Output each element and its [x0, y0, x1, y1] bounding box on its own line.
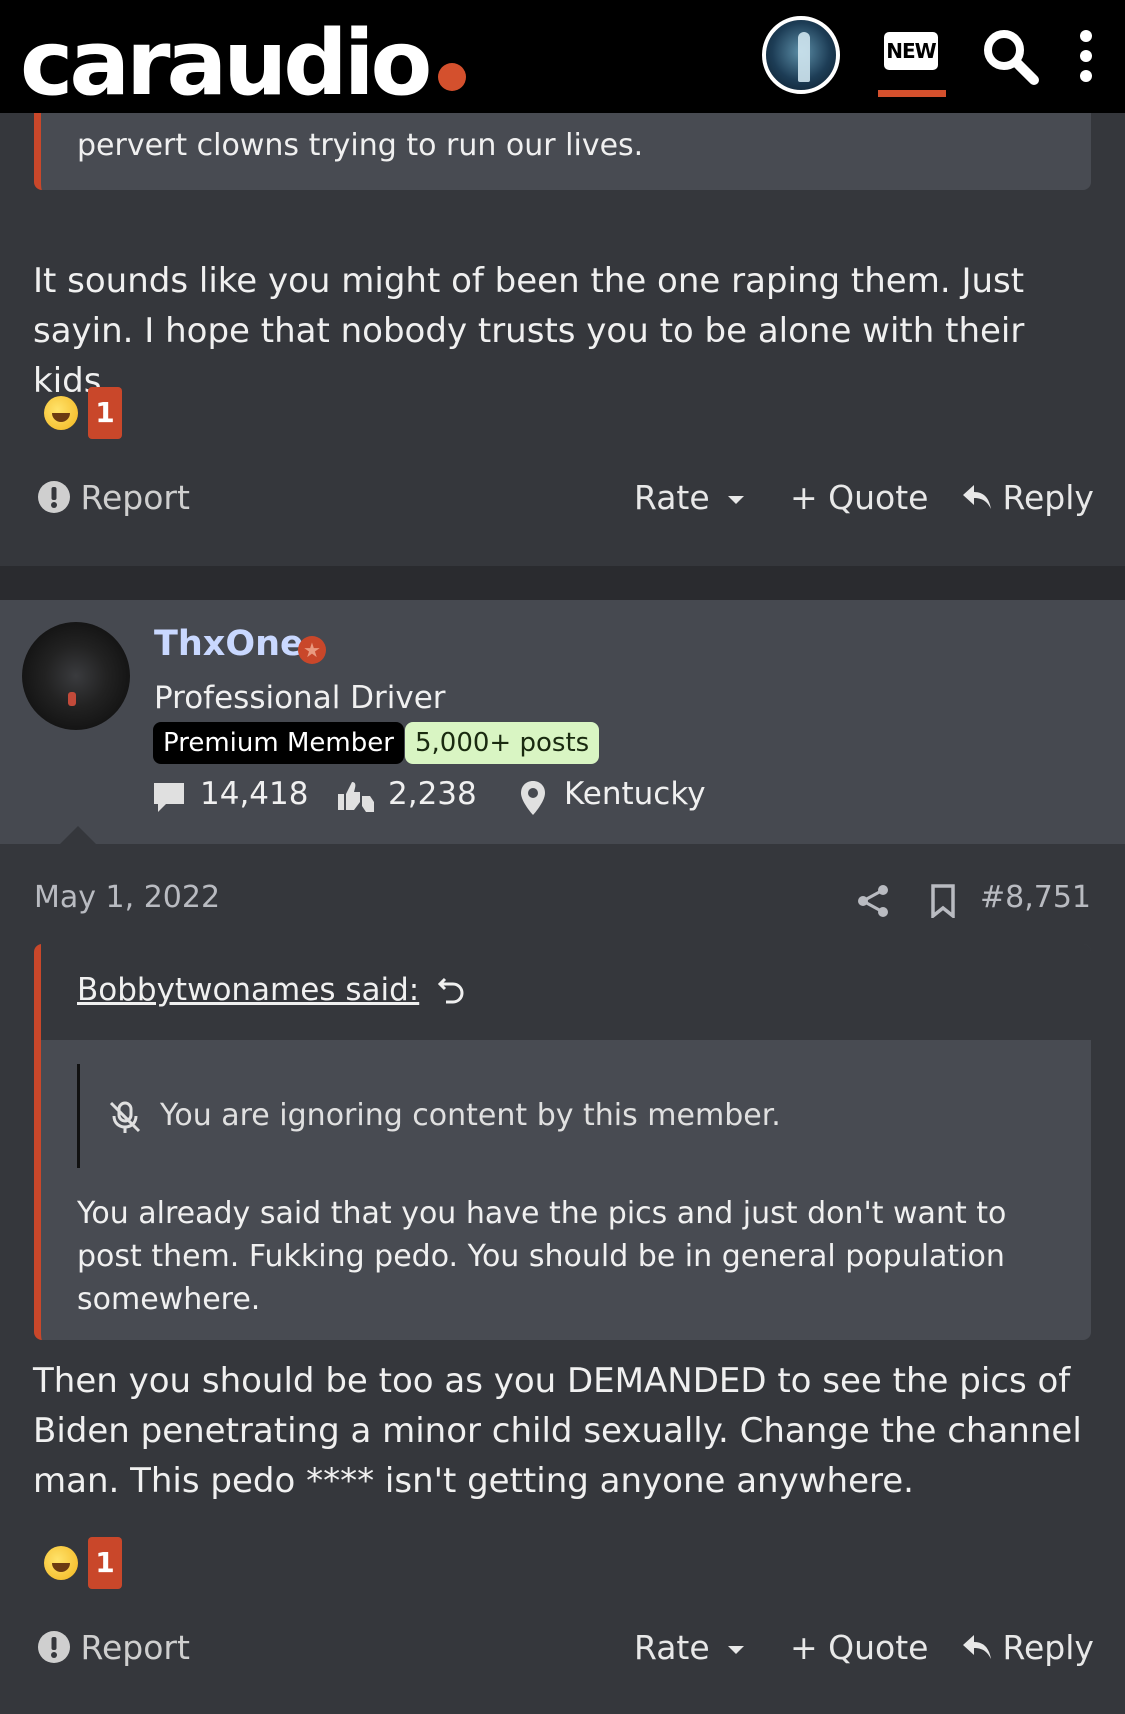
location-pin-icon — [521, 781, 545, 815]
post-body: It sounds like you might of been the one… — [33, 261, 1025, 401]
message-count: 14,418 — [200, 776, 309, 812]
quote-text: You already said that you have the pics … — [77, 1196, 1007, 1317]
author-title: Professional Driver — [154, 680, 446, 716]
rate-label: Rate — [634, 478, 710, 517]
top-navbar: caraudio NEW — [0, 0, 1125, 116]
warning-icon — [38, 481, 70, 513]
author-avatar[interactable] — [22, 622, 130, 730]
reply-button[interactable]: Reply — [962, 478, 1094, 517]
reaction-count[interactable]: 1 — [88, 387, 122, 439]
post-body: Then you should be too as you DEMANDED t… — [33, 1361, 1082, 1501]
premium-badge: Premium Member — [153, 722, 404, 764]
posts-badge: 5,000+ posts — [405, 722, 600, 764]
report-label: Report — [80, 1628, 190, 1667]
more-menu-icon[interactable] — [1074, 30, 1098, 82]
laughing-emoji-icon[interactable] — [44, 1546, 78, 1580]
author-location: Kentucky — [564, 776, 706, 812]
reply-button[interactable]: Reply — [962, 1628, 1094, 1667]
messages-icon — [154, 783, 184, 812]
search-icon[interactable] — [980, 26, 1040, 86]
go-to-original-icon[interactable] — [437, 976, 465, 1004]
site-logo[interactable]: caraudio — [20, 8, 432, 120]
share-icon[interactable] — [856, 884, 890, 918]
new-posts-icon[interactable]: NEW — [884, 32, 938, 70]
rate-label: Rate — [634, 1628, 710, 1667]
report-button[interactable]: Report — [38, 1628, 190, 1667]
staff-star-icon: ★ — [298, 636, 326, 664]
reply-arrow-icon — [963, 1635, 991, 1659]
panel-pointer — [60, 826, 96, 844]
muted-microphone-icon — [109, 1101, 141, 1133]
warning-icon — [38, 1631, 70, 1663]
reply-label: Reply — [1002, 478, 1094, 517]
quote-text: pervert clowns trying to run our lives. — [77, 128, 644, 163]
reply-arrow-icon — [963, 485, 991, 509]
account-avatar[interactable] — [762, 16, 840, 94]
author-username[interactable]: ThxOne — [154, 624, 304, 664]
active-tab-indicator — [878, 90, 946, 97]
reaction-score: 2,238 — [388, 776, 477, 812]
laughing-emoji-icon[interactable] — [44, 396, 78, 430]
rate-button[interactable]: Rate — [634, 1628, 744, 1667]
logo-dot — [438, 63, 466, 91]
quote-author-link[interactable]: Bobbytwonames said: — [77, 972, 419, 1008]
quote-button[interactable]: + Quote — [790, 1628, 928, 1667]
post-number[interactable]: #8,751 — [980, 880, 1091, 915]
reply-label: Reply — [1002, 1628, 1094, 1667]
chevron-down-icon — [727, 495, 744, 504]
report-button[interactable]: Report — [38, 478, 190, 517]
bookmark-icon[interactable] — [930, 884, 956, 918]
ignored-content-notice: You are ignoring content by this member. — [77, 1064, 980, 1168]
ignored-notice-text: You are ignoring content by this member. — [160, 1098, 781, 1133]
thumbs-icon — [338, 782, 374, 812]
quote-button[interactable]: + Quote — [790, 478, 928, 517]
reaction-count[interactable]: 1 — [88, 1537, 122, 1589]
post-divider — [0, 566, 1125, 600]
rate-button[interactable]: Rate — [634, 478, 744, 517]
post-date[interactable]: May 1, 2022 — [34, 880, 220, 915]
chevron-down-icon — [727, 1645, 744, 1654]
report-label: Report — [80, 478, 190, 517]
quote-header: Bobbytwonames said: — [41, 944, 1091, 1040]
quote-block: Bobbytwonames said: You are ignoring con… — [34, 944, 1091, 1340]
